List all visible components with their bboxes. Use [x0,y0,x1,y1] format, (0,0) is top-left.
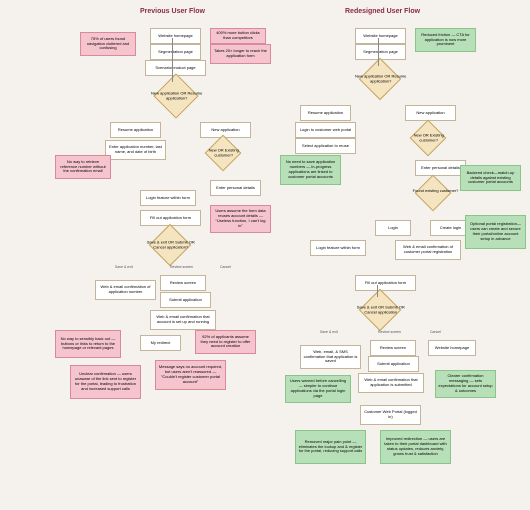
node-homepage-l: Website homepage [150,28,201,44]
lbl-cancel-r: Cancel [430,330,441,334]
node-login-within-l: Login feature within form [140,190,196,206]
decision-save-l: Save & exit OR Submit OR Cancel applicat… [149,224,191,266]
node-fillout-r: Fill out application form [355,275,416,291]
node-enter-appnum: Enter application number, last name, and… [105,140,166,160]
note-account-nonfunc: Message says no account required, but us… [155,360,226,390]
node-homepage2: Website homepage [428,340,476,356]
node-login-within-r: Login feature within form [310,240,366,256]
lbl-review-l: Review screen [170,265,193,269]
note-removed-pain: Removed major pain point — eliminates th… [295,430,366,464]
note-improved-redirect: Improved redirection — users are taken t… [380,430,451,464]
decision-new-resume-r: New application OR Resume application? [359,58,401,100]
note-no-retrieve: No way to retrieve reference number with… [55,155,111,179]
decision-existing-match: Found existing customer? [415,175,452,212]
decision-new-existing-r: New OR Existing customer? [410,120,447,157]
node-newapp-l: New application [200,122,251,138]
note-longer-reach: Takes 20× longer to reach the applicatio… [210,44,271,64]
node-email-setup-l: Web & email confirmation that account is… [150,310,216,330]
node-cust-portal: Customer Web Portal (logged in) [360,405,421,425]
right-title: Redesigned User Flow [345,8,420,15]
lbl-cancel-l: Cancel [220,265,231,269]
node-email-confirm-l: Web & email confirmation of application … [95,280,156,300]
note-confusing-nav: 75% of users found navigation cluttered … [80,32,136,56]
lbl-save-l: Save & exit [115,265,133,269]
node-select-resume: Select application to reuse [295,138,356,154]
node-personal-l: Enter personal details [210,180,261,196]
node-email-sms: Web, email, & SMS confirmation that appl… [300,345,361,369]
decision-new-resume-l: New application OR Resume application? [153,73,198,118]
note-opt-portal: Optional portal registration—users can c… [465,215,526,249]
node-redirect-l: My redirect [140,335,181,351]
note-backend-match: Backend check—match-up details against e… [460,165,521,191]
line [378,38,379,66]
lbl-review-r: Review screen [378,330,401,334]
node-resume-r: Resume application [300,105,351,121]
node-review-r: Review screen [370,340,416,356]
note-reduced-friction: Reduced friction — CTA for application i… [415,28,476,52]
line [172,38,173,82]
lbl-save-r: Save & exit [320,330,338,334]
node-submit-r: Submit application [368,356,419,372]
node-review-l: Review screen [160,275,206,291]
note-more-clicks: 400% more button clicks than competitors [210,28,266,44]
note-failed-reuse: Users assume the form data reuses accoun… [210,205,271,233]
left-title: Previous User Flow [140,8,205,15]
decision-save-r: Save & exit OR Submit OR Cancel applicat… [359,289,401,331]
node-newapp-r: New application [405,105,456,121]
decision-new-existing-l: New OR Existing customer? [205,135,242,172]
node-email-portal: Web & email confirmation of customer por… [395,240,461,260]
node-personal-r: Enter personal details [415,160,466,176]
node-homepage-r: Website homepage [355,28,406,44]
node-email-submitted: Web & email confirmation that applicatio… [358,373,424,393]
node-submit-l: Submit application [160,292,211,308]
note-no-need-save: No need to save application numbers — in… [280,155,341,185]
note-no-exit: No way to sensibly back out — buttons or… [55,330,121,358]
node-segpage-l: Segmentation page [150,44,201,60]
note-unclear-confirm: Unclear confirmation — users unaware of … [70,365,141,399]
node-resume-l: Resume application [110,122,161,138]
line [377,285,378,297]
note-cancel-warning: Users warned before cancelling — simpler… [285,375,351,403]
note-clear-messaging: Clearer confirmation messaging — sets ex… [435,370,496,398]
node-login-r: Login [375,220,411,236]
node-login-portal: Login to customer web portal [295,122,356,138]
note-expect-account: 92% of applicants assume they need to re… [195,330,256,354]
